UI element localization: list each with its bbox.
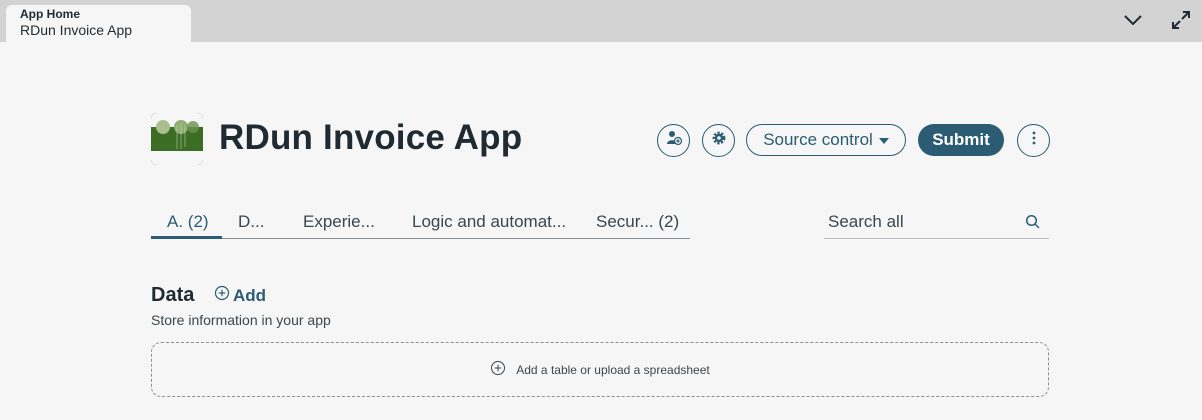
source-control-label: Source control <box>763 130 873 149</box>
add-data-label: Add <box>233 285 267 305</box>
tab-a[interactable]: A. (2) <box>167 212 209 232</box>
section-tabs: A. (2) D... Experie... Logic and automat… <box>151 206 690 239</box>
caret-down-icon <box>878 138 889 144</box>
chevron-down-icon[interactable] <box>1121 8 1145 32</box>
plus-circle-icon <box>214 285 230 306</box>
expand-icon[interactable] <box>1169 8 1193 32</box>
add-user-icon <box>665 129 683 152</box>
more-options-button[interactable] <box>1017 124 1050 157</box>
data-section-subtitle: Store information in your app <box>151 312 331 328</box>
tab-experience[interactable]: Experie... <box>303 212 375 232</box>
app-logo <box>151 113 203 165</box>
search-input[interactable] <box>828 210 1018 234</box>
data-section-title: Data <box>151 284 195 306</box>
top-tab-strip: App Home RDun Invoice App <box>0 0 1202 42</box>
page-title: RDun Invoice App <box>219 118 523 157</box>
plus-circle-icon <box>490 360 506 379</box>
tab-d[interactable]: D... <box>238 212 264 232</box>
tab-logic-and-automation[interactable]: Logic and automat... <box>412 212 566 232</box>
app-tab[interactable]: App Home RDun Invoice App <box>6 5 191 42</box>
gear-icon <box>710 129 728 152</box>
dropzone-label: Add a table or upload a spreadsheet <box>516 362 710 377</box>
search-box <box>824 206 1049 239</box>
settings-button[interactable] <box>702 124 735 157</box>
app-tab-title: RDun Invoice App <box>20 22 133 38</box>
add-data-button[interactable]: Add <box>214 285 266 306</box>
add-table-dropzone[interactable]: Add a table or upload a spreadsheet <box>151 342 1049 397</box>
active-tab-indicator <box>151 236 222 239</box>
submit-button[interactable]: Submit <box>918 124 1004 156</box>
source-control-dropdown[interactable]: Source control <box>746 124 906 156</box>
share-button[interactable] <box>657 124 690 157</box>
search-icon[interactable] <box>1024 213 1042 231</box>
tab-security[interactable]: Secur... (2) <box>596 212 679 232</box>
app-tab-breadcrumb: App Home <box>20 7 80 21</box>
more-vertical-icon <box>1025 129 1043 152</box>
